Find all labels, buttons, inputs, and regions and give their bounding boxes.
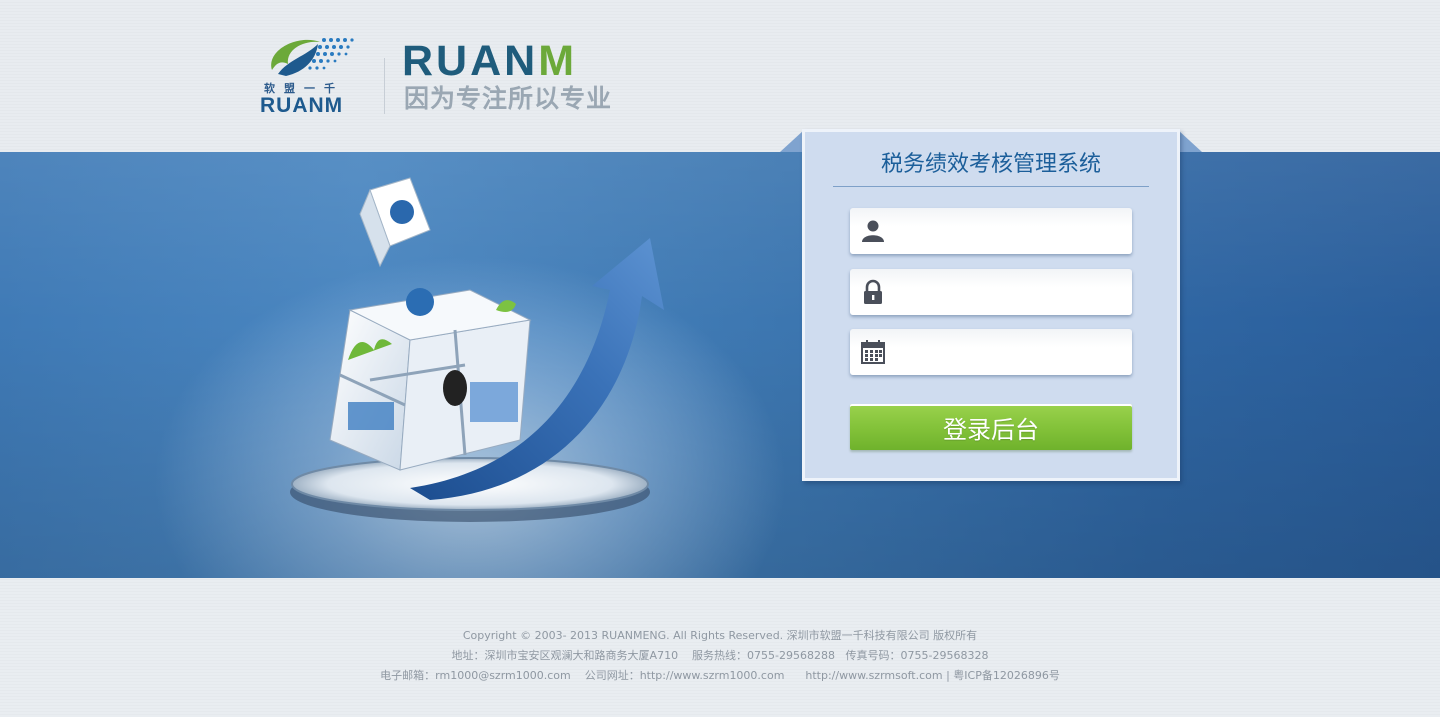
logo-wordmark-part2: M	[538, 37, 578, 85]
password-field[interactable]	[850, 269, 1132, 315]
date-input[interactable]	[894, 337, 1122, 367]
logo-wordmark-part1: RUAN	[402, 37, 539, 85]
company-logo: 软盟一千 RUANM RUANM 因为专注所以专业	[258, 30, 638, 120]
footer-copyright: Copyright © 2003- 2013 RUANMENG. All Rig…	[462, 629, 978, 642]
hero-illustration	[290, 177, 664, 522]
footer-contact: 电子邮箱：rm1000@szrm1000.com 公司网址：http://www…	[380, 669, 1060, 682]
title-divider	[833, 186, 1149, 187]
system-title: 税务绩效考核管理系统	[880, 152, 1101, 177]
password-input[interactable]	[894, 277, 1122, 307]
username-field[interactable]	[850, 208, 1132, 254]
hero-band	[0, 152, 1440, 578]
lock-icon	[864, 279, 882, 304]
login-button[interactable]: 登录后台	[850, 404, 1132, 450]
logo-divider	[384, 58, 385, 114]
panel-tab-right	[1178, 130, 1202, 152]
panel-tab-left	[780, 130, 804, 152]
username-input[interactable]	[894, 216, 1122, 246]
login-panel: 税务绩效考核管理系统 登录后台	[802, 129, 1180, 481]
header-background	[0, 0, 1440, 152]
footer-address: 地址：深圳市宝安区观澜大和路商务大厦A710 服务热线：0755-2956828…	[451, 649, 989, 662]
logo-slogan: 因为专注所以专业	[404, 84, 613, 113]
footer: Copyright © 2003- 2013 RUANMENG. All Rig…	[0, 626, 1440, 686]
calendar-icon	[861, 340, 885, 364]
user-icon	[862, 220, 884, 242]
logo-wordmark: RUANM	[402, 40, 577, 83]
logo-small-english: RUANM	[260, 94, 344, 117]
date-field[interactable]	[850, 329, 1132, 375]
